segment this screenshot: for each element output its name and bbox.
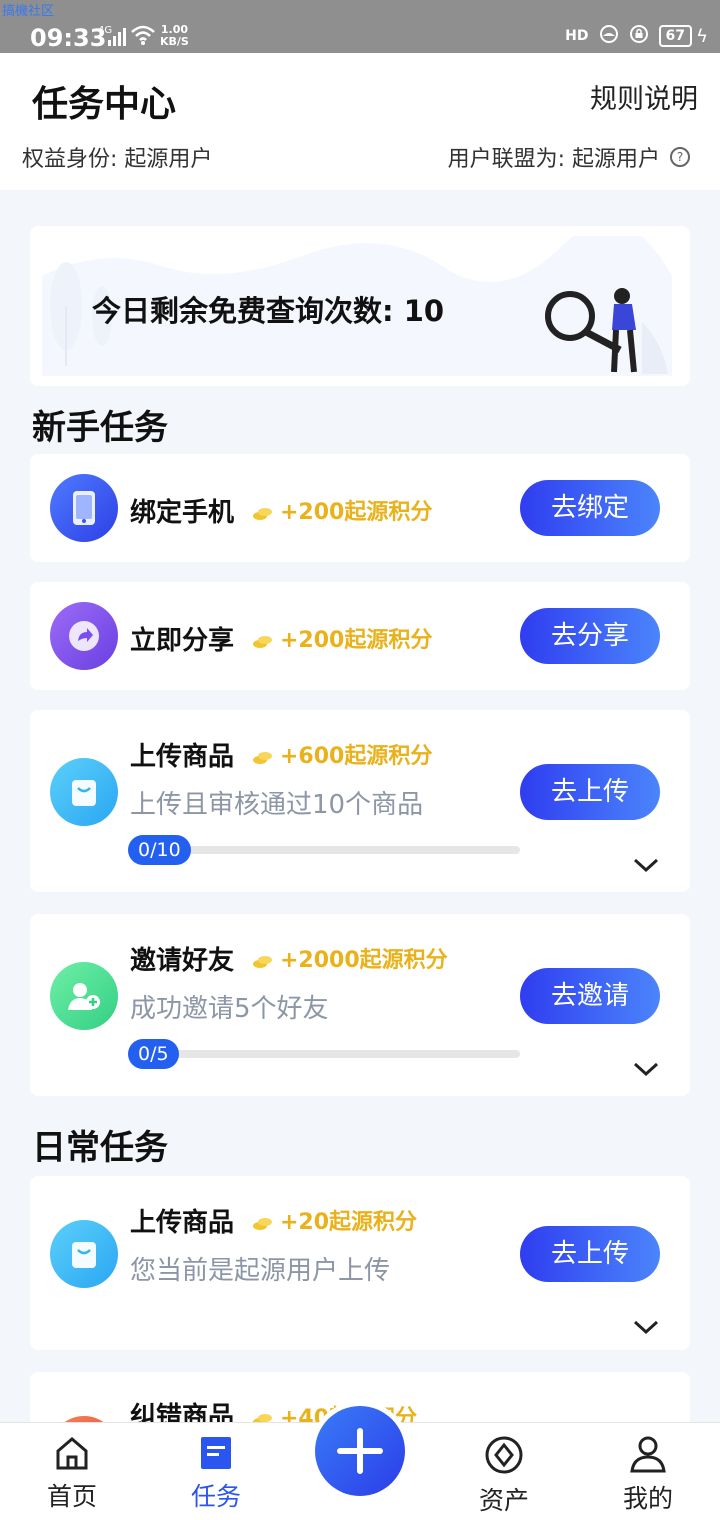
nav-home[interactable]: 首页 (12, 1423, 132, 1513)
chevron-down-icon[interactable] (632, 1060, 660, 1082)
share-button[interactable]: 去分享 (520, 608, 660, 664)
alliance-info: 用户联盟为: 起源用户 ? (448, 141, 690, 173)
invite-button[interactable]: 去邀请 (520, 968, 660, 1024)
task-progress-bar: 0/5 (128, 1039, 520, 1069)
net-speed: 1.00 KB/S (160, 24, 189, 48)
page-header: 任务中心 规则说明 权益身份: 起源用户 用户联盟为: 起源用户 ? (0, 53, 720, 190)
nav-mine[interactable]: 我的 (588, 1423, 708, 1515)
coin-icon (252, 1212, 274, 1230)
lock-icon (629, 24, 649, 48)
task-reward: +20起源积分 (252, 1204, 417, 1236)
wifi-icon (130, 24, 156, 50)
battery-icon: 67 (658, 25, 692, 47)
asset-icon (485, 1436, 523, 1474)
speed-unit: KB/S (160, 35, 189, 48)
upload-button[interactable]: 去上传 (520, 764, 660, 820)
status-icons: HD 67 (565, 24, 692, 48)
task-reward: +2000起源积分 (252, 942, 448, 974)
task-reward: +200起源积分 (252, 494, 432, 526)
task-name: 上传商品 (130, 1208, 235, 1238)
alliance-text: 用户联盟为: 起源用户 (447, 147, 660, 172)
hd-icon: HD (565, 28, 589, 44)
coin-icon (252, 746, 274, 764)
bag-icon (50, 1220, 118, 1288)
task-card-invite-friends: 邀请好友 +2000起源积分 成功邀请5个好友 0/5 去邀请 (30, 914, 690, 1096)
task-name: 上传商品 (130, 742, 235, 772)
coin-icon (252, 630, 274, 648)
task-description: 您当前是起源用户上传 (130, 1256, 391, 1286)
chevron-down-icon[interactable] (632, 856, 660, 878)
nav-label: 我的 (622, 1484, 673, 1513)
task-reward: +600起源积分 (252, 738, 432, 770)
coin-icon (252, 950, 274, 968)
task-name: 绑定手机 (130, 498, 235, 528)
search-person-illustration (545, 288, 668, 374)
newbie-section-title: 新手任务 (32, 408, 168, 448)
task-progress-bar: 0/10 (128, 835, 520, 865)
identity-text: 权益身份: 起源用户 (22, 147, 213, 172)
task-name: 邀请好友 (130, 946, 235, 976)
task-card-daily-upload: 上传商品 +20起源积分 您当前是起源用户上传 去上传 (30, 1176, 690, 1350)
data-saver-icon (599, 24, 619, 48)
task-description: 上传且审核通过10个商品 (130, 790, 424, 820)
nav-label: 任务 (190, 1482, 241, 1511)
phone-icon (50, 474, 118, 542)
nav-label: 资产 (478, 1486, 529, 1515)
nav-label: 首页 (46, 1482, 97, 1511)
free-query-text: 今日剩余免费查询次数: 10 (92, 294, 445, 328)
reward-text: +600起源积分 (280, 744, 433, 769)
daily-section-title: 日常任务 (32, 1128, 168, 1168)
free-query-banner: 今日剩余免费查询次数: 10 (30, 226, 690, 386)
reward-text: +20起源积分 (280, 1210, 418, 1235)
task-icon (201, 1437, 231, 1469)
watermark: 搞機社区 (2, 4, 55, 19)
chevron-down-icon[interactable] (632, 1318, 660, 1340)
nav-asset[interactable]: 资产 (444, 1423, 564, 1517)
add-user-icon (50, 962, 118, 1030)
share-icon (50, 602, 118, 670)
progress-label: 0/10 (128, 835, 191, 865)
page-title: 任务中心 (32, 84, 177, 125)
charging-icon: ϟ (696, 26, 708, 47)
rules-link[interactable]: 规则说明 (590, 77, 698, 116)
reward-text: +2000起源积分 (280, 948, 448, 973)
user-icon (630, 1436, 666, 1473)
nav-task[interactable]: 任务 (156, 1423, 276, 1513)
bag-icon (50, 758, 118, 826)
clock: 09:33 (30, 24, 107, 52)
status-bar: 搞機社区 09:33 4G 1.00 KB/S HD 67 ϟ (0, 0, 720, 53)
bind-phone-button[interactable]: 去绑定 (520, 480, 660, 536)
home-icon (56, 1437, 88, 1470)
daily-upload-button[interactable]: 去上传 (520, 1226, 660, 1282)
task-card-upload-goods: 上传商品 +600起源积分 上传且审核通过10个商品 0/10 去上传 (30, 710, 690, 892)
bottom-navigation: 首页 任务 资产 我的 (0, 1401, 720, 1520)
reward-text: +200起源积分 (280, 500, 433, 525)
task-card-share: 立即分享 +200起源积分 去分享 (30, 582, 690, 690)
task-description: 成功邀请5个好友 (130, 994, 329, 1024)
add-button[interactable] (310, 1401, 410, 1501)
task-card-bind-phone: 绑定手机 +200起源积分 去绑定 (30, 454, 690, 562)
plus-icon (315, 1406, 405, 1496)
coin-icon (252, 502, 274, 520)
help-icon[interactable]: ? (670, 147, 690, 167)
task-reward: +200起源积分 (252, 622, 432, 654)
signal-icon (108, 28, 126, 46)
progress-label: 0/5 (128, 1039, 179, 1069)
task-name: 立即分享 (130, 626, 235, 656)
reward-text: +200起源积分 (280, 628, 433, 653)
